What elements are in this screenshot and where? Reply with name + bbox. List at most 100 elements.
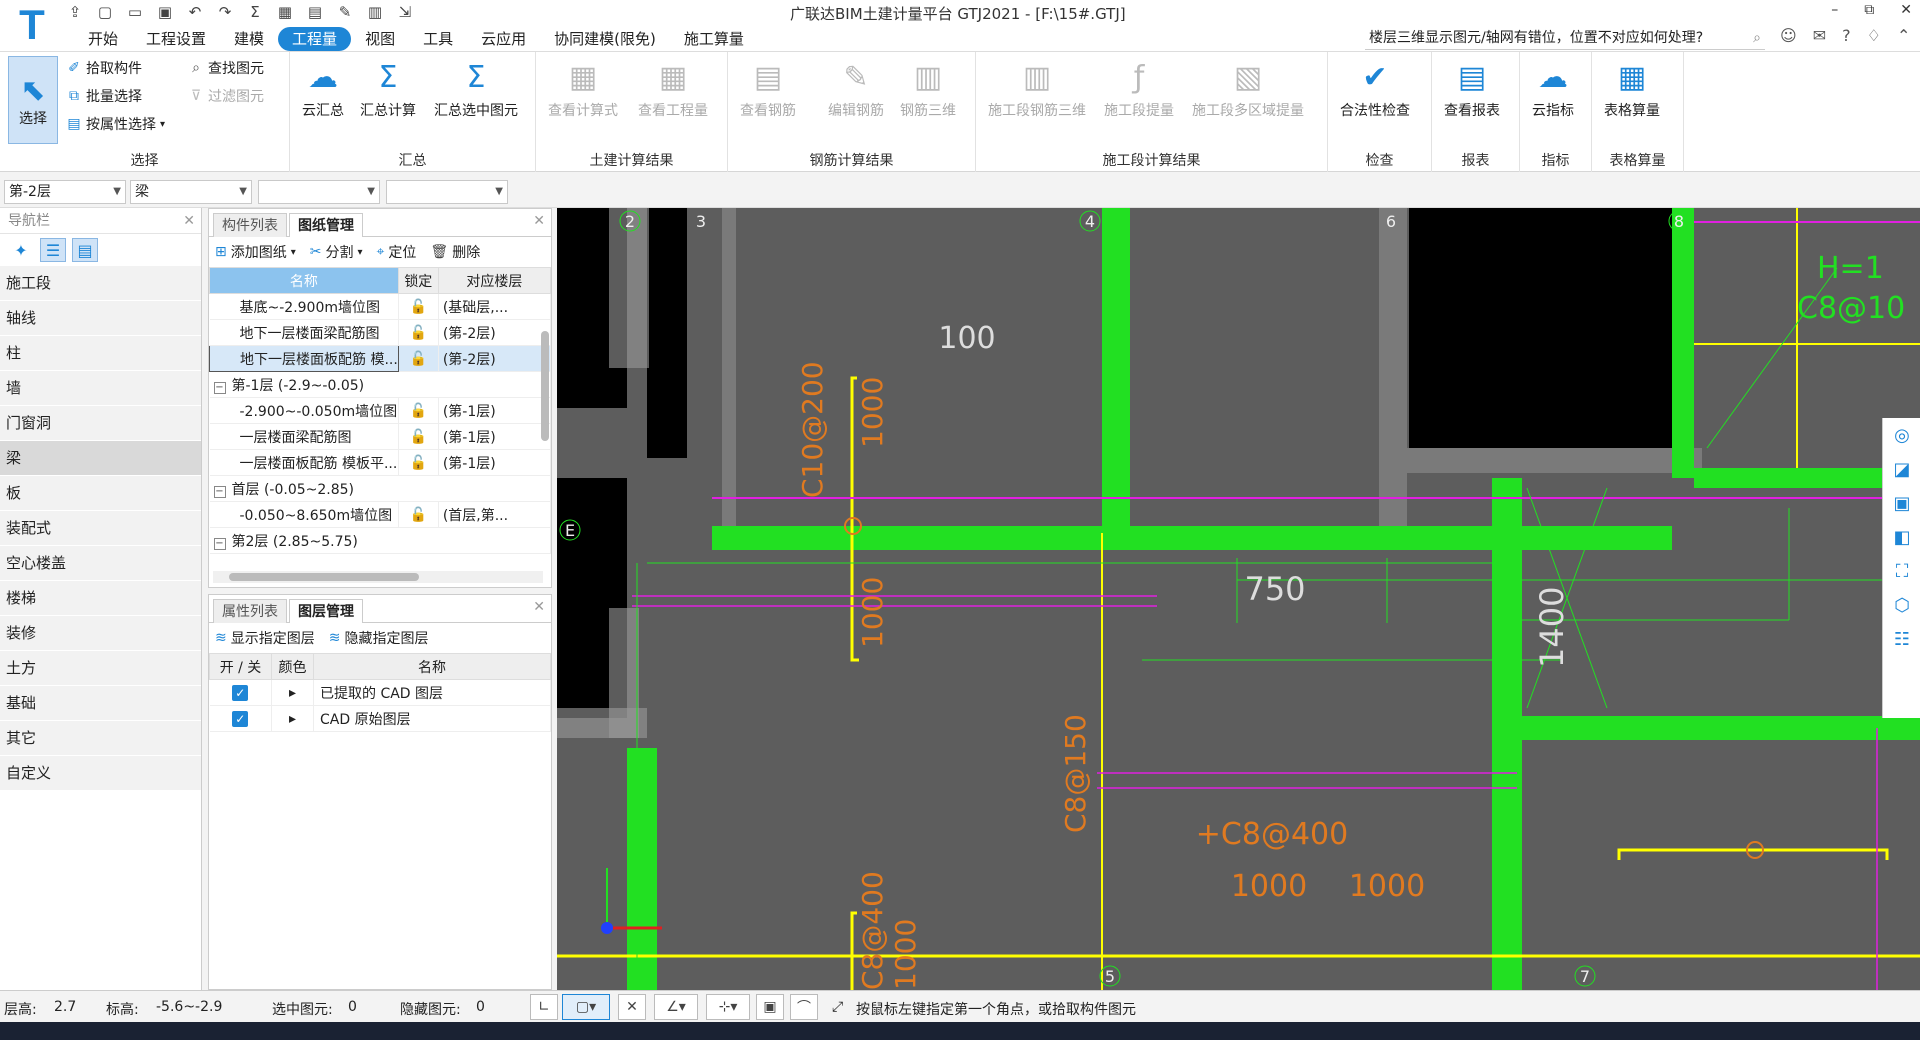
col-floor[interactable]: 对应楼层: [437, 267, 552, 294]
menu-7[interactable]: 协同建模(限免): [540, 27, 670, 51]
expand-icon[interactable]: ▸: [271, 705, 314, 732]
nav-item[interactable]: 墙: [0, 371, 201, 406]
floor-group-row[interactable]: − 第2层 (2.85~5.75): [209, 527, 551, 554]
brush-icon[interactable]: ✎: [334, 2, 356, 22]
redo-icon[interactable]: ↷: [214, 2, 236, 22]
menu-8[interactable]: 施工算量: [670, 27, 758, 51]
nav-item[interactable]: 装配式: [0, 511, 201, 546]
open-folder-icon[interactable]: ▭: [124, 2, 146, 22]
layout-icon[interactable]: ▤: [304, 2, 326, 22]
tab-property-list[interactable]: 属性列表: [213, 599, 287, 623]
list-icon[interactable]: ☰: [40, 238, 66, 262]
nav-item[interactable]: 柱: [0, 336, 201, 371]
menu-1[interactable]: 工程设置: [132, 27, 220, 51]
tab-drawing-management[interactable]: 图纸管理: [289, 213, 363, 237]
layer-row[interactable]: ✓ ▸ 已提取的 CAD 图层: [209, 679, 551, 706]
close-icon[interactable]: ✕: [533, 213, 545, 229]
drawing-canvas[interactable]: 2 3 4 6 8 5 7 E E 100 C10@200 1000 1000 …: [557, 208, 1920, 990]
collapse-toggle-icon[interactable]: −: [213, 381, 226, 394]
lock-icon[interactable]: 🔓: [398, 319, 439, 346]
drawing-row[interactable]: -0.050~8.650m墙位图 🔓 (首层,第...: [209, 501, 552, 528]
nav-item[interactable]: 其它: [0, 721, 201, 756]
rebar-3d-button[interactable]: ▥ 钢筋三维: [900, 54, 956, 120]
lock-icon[interactable]: 🔓: [398, 345, 439, 372]
select-button[interactable]: ⬉ 选择: [8, 56, 58, 144]
snap-icon[interactable]: ⊹▾: [706, 994, 750, 1020]
edit-rebar-button[interactable]: ✎ 编辑钢筋: [828, 54, 884, 120]
add-drawing-button[interactable]: ⊞ 添加图纸 ▾: [215, 242, 296, 262]
settings-list-icon[interactable]: ☷: [1883, 622, 1920, 656]
upload-icon[interactable]: ⇪: [64, 2, 86, 22]
layer-checkbox[interactable]: ✓: [232, 710, 249, 727]
show-layer-button[interactable]: ≋ 显示指定图层: [215, 628, 315, 648]
orbit-icon[interactable]: ◎: [1883, 418, 1920, 452]
lock-icon[interactable]: 🔓: [398, 449, 439, 476]
layer-row[interactable]: ✓ ▸ CAD 原始图层: [209, 705, 551, 732]
angle-icon[interactable]: ∠▾: [654, 994, 698, 1020]
pin-icon[interactable]: ✦: [8, 238, 34, 262]
summary-selected-button[interactable]: Σ 汇总选中图元: [434, 54, 518, 120]
lock-icon[interactable]: 🔓: [398, 293, 439, 320]
nav-item[interactable]: 板: [0, 476, 201, 511]
horizontal-scrollbar[interactable]: [213, 571, 543, 583]
type-select[interactable]: 梁 ▼: [130, 180, 252, 204]
export-icon[interactable]: ⇲: [394, 2, 416, 22]
3d-view-icon[interactable]: ◪: [1883, 452, 1920, 486]
legality-check-button[interactable]: ✔ 合法性检查: [1340, 54, 1410, 120]
layer-checkbox[interactable]: ✓: [232, 684, 249, 701]
user-icon[interactable]: ☺: [1780, 26, 1797, 45]
cube-side-icon[interactable]: ◧: [1883, 520, 1920, 554]
drawing-row[interactable]: 一层楼面板配筋 模板平... 🔓 (第-1层): [209, 449, 552, 476]
rect-select-icon[interactable]: ▢▾: [562, 994, 610, 1020]
minimize-button[interactable]: –: [1831, 2, 1838, 18]
nav-item[interactable]: 装修: [0, 616, 201, 651]
collapse-toggle-icon[interactable]: −: [213, 485, 226, 498]
nav-item[interactable]: 自定义: [0, 756, 201, 791]
display-icon[interactable]: ▣: [756, 994, 784, 1020]
nav-item[interactable]: 轴线: [0, 301, 201, 336]
component-select[interactable]: ▼: [258, 180, 380, 204]
pick-component-button[interactable]: ✐ 拾取构件: [66, 58, 142, 78]
lock-icon[interactable]: 🔓: [398, 397, 439, 424]
close-button[interactable]: ✕: [1900, 2, 1912, 18]
help-search-input[interactable]: 楼层三维显示图元/轴网有错位，位置不对应如何处理? ⌕: [1365, 26, 1765, 50]
nav-item[interactable]: 楼梯: [0, 581, 201, 616]
menu-6[interactable]: 云应用: [467, 27, 540, 51]
delete-button[interactable]: 🗑 删除: [430, 242, 480, 262]
phase-extract-button[interactable]: ƒ 施工段提量: [1104, 54, 1174, 120]
sub-select[interactable]: ▼: [386, 180, 508, 204]
close-icon[interactable]: ✕: [533, 599, 545, 615]
detail-list-icon[interactable]: ▤: [72, 238, 98, 262]
ortho-icon[interactable]: ∟: [530, 994, 558, 1020]
view-rebar-button[interactable]: ▤ 查看钢筋: [740, 54, 796, 120]
menu-4[interactable]: 视图: [351, 27, 409, 51]
sum-icon[interactable]: Σ: [244, 2, 266, 22]
view-quantity-button[interactable]: ▦ 查看工程量: [638, 54, 708, 120]
expand-icon[interactable]: ▸: [271, 679, 314, 706]
cube-top-icon[interactable]: ▣: [1883, 486, 1920, 520]
tshirt-icon[interactable]: ♢: [1867, 26, 1881, 45]
floor-group-row[interactable]: − 首层 (-0.05~2.85): [209, 475, 551, 502]
summary-calc-button[interactable]: Σ 汇总计算: [360, 54, 416, 120]
collapse-icon[interactable]: ⌃: [1897, 26, 1910, 45]
col-layer-name[interactable]: 名称: [313, 653, 551, 680]
cloud-index-button[interactable]: ☁ 云指标: [1530, 54, 1576, 120]
table-calc-button[interactable]: ▦ 表格算量: [1604, 54, 1660, 120]
locate-button[interactable]: ⌖ 定位: [377, 242, 417, 262]
col-name[interactable]: 名称: [209, 267, 399, 294]
vertical-scrollbar[interactable]: [541, 321, 549, 521]
nav-item[interactable]: 施工段: [0, 266, 201, 301]
drawing-row[interactable]: -2.900~-0.050m墙位图 🔓 (第-1层): [209, 397, 552, 424]
collapse-toggle-icon[interactable]: −: [213, 537, 226, 550]
lock-icon[interactable]: 🔓: [398, 501, 439, 528]
chat-icon[interactable]: ✉: [1813, 26, 1826, 45]
nav-item[interactable]: 空心楼盖: [0, 546, 201, 581]
close-icon[interactable]: ✕: [183, 208, 195, 234]
find-element-button[interactable]: ⌕ 查找图元: [188, 58, 264, 78]
menu-3[interactable]: 工程量: [278, 27, 352, 51]
phase-rebar-3d-button[interactable]: ▥ 施工段钢筋三维: [988, 54, 1086, 120]
new-file-icon[interactable]: ▢: [94, 2, 116, 22]
cloud-summary-button[interactable]: ☁ 云汇总: [300, 54, 346, 120]
select-by-attr-button[interactable]: ▤ 按属性选择 ▾: [66, 114, 165, 134]
col-onoff[interactable]: 开 / 关: [209, 653, 272, 680]
